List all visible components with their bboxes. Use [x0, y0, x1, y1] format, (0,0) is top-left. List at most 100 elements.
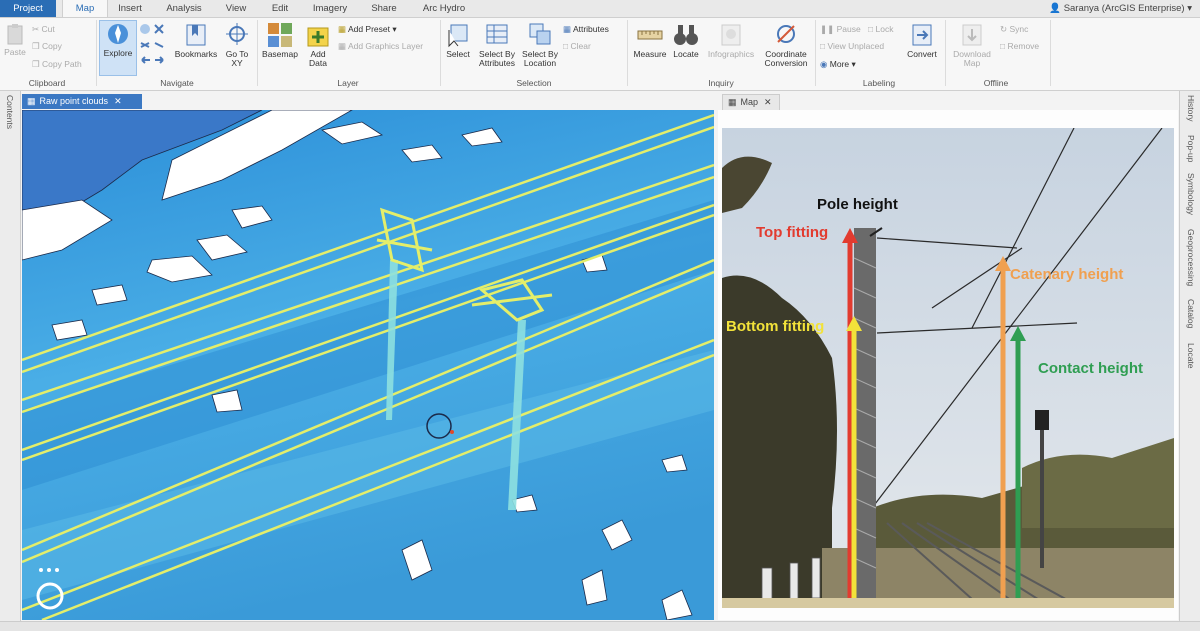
basemap-button[interactable]: Basemap — [260, 22, 300, 59]
zoom-arrows-icon — [140, 24, 164, 64]
user-account-menu[interactable]: 👤 Saranya (ArcGIS Enterprise) ▾ — [1049, 0, 1192, 17]
catenary-diagram-photo: Pole height Top fitting Bottom fitting C… — [722, 128, 1174, 608]
bookmarks-button[interactable]: Bookmarks — [170, 22, 222, 59]
ruler-icon — [637, 30, 663, 40]
tab-insert[interactable]: Insert — [110, 0, 150, 17]
copy-icon: ❐ — [32, 41, 42, 51]
point-cloud-scene-view[interactable] — [22, 110, 714, 620]
explore-button[interactable]: Explore — [99, 20, 137, 76]
right-pane-tabs: History Pop-up Symbology Geoprocessing C… — [1179, 91, 1200, 621]
close-icon[interactable]: ✕ — [114, 96, 122, 106]
select-by-location-button[interactable]: Select By Location — [519, 22, 561, 68]
goto-xy-button[interactable]: Go To XY — [222, 22, 252, 68]
select-by-location-icon — [529, 23, 551, 45]
scene-icon: ▦ — [27, 96, 36, 106]
infographics-button[interactable]: Infographics — [704, 22, 758, 59]
group-labeling-label: Labeling — [862, 78, 896, 88]
group-navigate-label: Navigate — [160, 78, 194, 88]
user-label: Saranya (ArcGIS Enterprise) ▾ — [1063, 3, 1192, 14]
add-data-button[interactable]: Add Data — [302, 22, 334, 68]
pause-icon: ❚❚ — [820, 24, 837, 34]
infographics-icon — [721, 24, 741, 46]
group-divider — [1050, 20, 1051, 86]
tab-analysis[interactable]: Analysis — [160, 0, 208, 17]
paste-icon — [7, 24, 23, 45]
coordinate-conversion-button[interactable]: Coordinate Conversion — [760, 22, 812, 68]
group-offline-label: Offline — [983, 78, 1009, 88]
paste-button[interactable]: Paste — [2, 22, 28, 57]
copy-button[interactable]: ❐ Copy — [32, 41, 62, 51]
lock-labeling-button[interactable]: □ Lock — [868, 24, 893, 34]
convert-button[interactable]: Convert — [904, 22, 940, 59]
chevron-down-icon: ▾ — [392, 24, 397, 34]
select-by-attributes-icon — [486, 24, 508, 44]
view-unplaced-button[interactable]: □ View Unplaced — [820, 41, 884, 51]
graphics-layer-icon: ▦ — [338, 41, 348, 51]
locate-tab[interactable]: Locate — [1186, 343, 1196, 369]
ribbon-tab-bar: Project Map Insert Analysis View Edit Im… — [0, 0, 1200, 18]
pole-height-label: Pole height — [817, 196, 898, 213]
view-tab-raw-point-clouds[interactable]: ▦ Raw point clouds ✕ — [22, 94, 142, 109]
explore-icon — [108, 24, 128, 44]
attributes-icon: ▦ — [563, 24, 573, 34]
copy-path-icon: ❐ — [32, 59, 42, 69]
view-tab-map[interactable]: ▦ Map ✕ — [722, 94, 780, 111]
navigate-tools-button[interactable] — [137, 22, 167, 68]
contents-pane-collapsed: Contents — [0, 91, 21, 621]
add-preset-button[interactable]: ▦ Add Preset ▾ — [338, 24, 397, 34]
basemap-icon — [268, 23, 292, 47]
convert-icon — [912, 24, 932, 46]
tab-view[interactable]: View — [218, 0, 254, 17]
download-map-button[interactable]: Download Map — [948, 22, 996, 68]
download-map-icon — [962, 24, 982, 46]
group-divider — [440, 20, 441, 86]
catenary-height-label: Catenary height — [1010, 266, 1124, 283]
more-icon: ◉ — [820, 59, 830, 69]
cut-button[interactable]: ✂ Cut — [32, 24, 55, 34]
catalog-tab[interactable]: Catalog — [1186, 299, 1196, 328]
geoprocessing-tab[interactable]: Geoprocessing — [1186, 229, 1196, 286]
group-divider — [815, 20, 816, 86]
point-cloud-render — [22, 110, 714, 620]
close-icon[interactable]: ✕ — [764, 97, 772, 107]
add-graphics-layer-button[interactable]: ▦ Add Graphics Layer — [338, 41, 423, 51]
bookmarks-icon — [186, 24, 206, 46]
contact-height-label: Contact height — [1038, 360, 1143, 377]
clear-selection-button[interactable]: □ Clear — [563, 41, 591, 51]
remove-button[interactable]: □ Remove — [1000, 41, 1039, 51]
bottom-fitting-label: Bottom fitting — [726, 318, 825, 335]
history-tab[interactable]: History — [1186, 95, 1196, 121]
sync-button[interactable]: ↻ Sync — [1000, 24, 1028, 34]
contents-tab[interactable]: Contents — [5, 95, 15, 129]
locate-button[interactable]: Locate — [670, 22, 702, 59]
popup-tab[interactable]: Pop-up — [1186, 135, 1196, 162]
user-icon: 👤 — [1049, 3, 1064, 14]
clear-icon: □ — [563, 41, 571, 51]
tab-share[interactable]: Share — [364, 0, 404, 17]
add-data-icon — [307, 27, 329, 47]
select-by-attributes-button[interactable]: Select By Attributes — [475, 22, 519, 68]
tab-project[interactable]: Project — [0, 0, 56, 17]
select-icon — [448, 24, 468, 48]
group-divider — [627, 20, 628, 86]
tab-imagery[interactable]: Imagery — [306, 0, 354, 17]
attributes-button[interactable]: ▦ Attributes — [563, 24, 609, 34]
tab-arc-hydro[interactable]: Arc Hydro — [414, 0, 474, 17]
top-fitting-label: Top fitting — [756, 224, 829, 241]
add-preset-icon: ▦ — [338, 24, 348, 34]
remove-icon: □ — [1000, 41, 1008, 51]
group-clipboard-label: Clipboard — [28, 78, 66, 88]
tab-edit[interactable]: Edit — [264, 0, 296, 17]
map-icon: ▦ — [728, 97, 737, 107]
goto-xy-icon — [226, 23, 248, 45]
copy-path-button[interactable]: ❐ Copy Path — [32, 59, 82, 69]
group-divider — [257, 20, 258, 86]
chevron-down-icon: ▾ — [851, 59, 856, 69]
measure-button[interactable]: Measure — [630, 22, 670, 59]
pause-labeling-button[interactable]: ❚❚ Pause — [820, 24, 861, 34]
symbology-tab[interactable]: Symbology — [1186, 173, 1196, 215]
more-labeling-button[interactable]: ◉ More ▾ — [820, 59, 856, 69]
select-button[interactable]: Select — [443, 22, 473, 59]
group-selection-label: Selection — [516, 78, 552, 88]
tab-map[interactable]: Map — [62, 0, 108, 17]
